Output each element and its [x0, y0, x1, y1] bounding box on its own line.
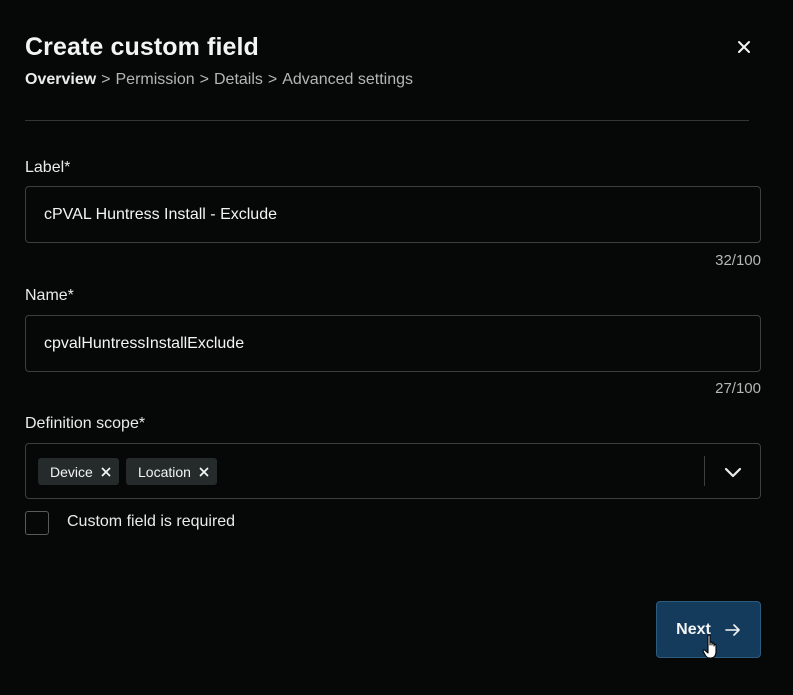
scope-divider — [704, 456, 705, 486]
remove-chip-button[interactable] — [101, 467, 111, 477]
breadcrumb: Overview > Permission > Details > Advanc… — [25, 71, 413, 89]
chevron-down-icon — [724, 467, 742, 478]
next-button[interactable]: Next — [656, 601, 761, 658]
dialog-title: Create custom field — [25, 33, 259, 61]
breadcrumb-item-advanced-settings[interactable]: Advanced settings — [282, 71, 413, 89]
close-icon — [199, 467, 209, 476]
scope-chip-location: Location — [126, 458, 217, 485]
name-field-caption: Name* — [25, 287, 74, 304]
remove-chip-button[interactable] — [199, 467, 209, 477]
label-input[interactable] — [25, 186, 761, 243]
close-icon — [738, 41, 750, 53]
chip-label: Device — [50, 463, 93, 480]
breadcrumb-item-overview[interactable]: Overview — [25, 71, 96, 89]
label-field-caption: Label* — [25, 159, 71, 176]
definition-scope-select[interactable]: Device Location — [25, 443, 761, 499]
scope-field-caption: Definition scope* — [25, 415, 146, 432]
scope-chip-device: Device — [38, 458, 119, 485]
name-input[interactable] — [25, 315, 761, 372]
close-button[interactable] — [732, 35, 756, 59]
breadcrumb-item-permission[interactable]: Permission — [116, 71, 195, 89]
scope-dropdown-toggle[interactable] — [716, 458, 750, 486]
name-char-counter: 27/100 — [715, 380, 761, 397]
required-checkbox-label[interactable]: Custom field is required — [67, 513, 235, 531]
next-button-label: Next — [676, 620, 711, 638]
breadcrumb-item-details[interactable]: Details — [214, 71, 263, 89]
breadcrumb-separator: > — [267, 71, 278, 88]
chip-label: Location — [138, 463, 191, 480]
required-checkbox[interactable] — [25, 511, 49, 535]
header-divider — [25, 120, 749, 121]
arrow-right-icon — [725, 623, 741, 637]
close-icon — [101, 467, 111, 476]
label-char-counter: 32/100 — [715, 252, 761, 269]
create-custom-field-dialog: Create custom field Overview > Permissio… — [0, 0, 793, 695]
breadcrumb-separator: > — [101, 71, 111, 88]
breadcrumb-separator: > — [199, 71, 209, 88]
